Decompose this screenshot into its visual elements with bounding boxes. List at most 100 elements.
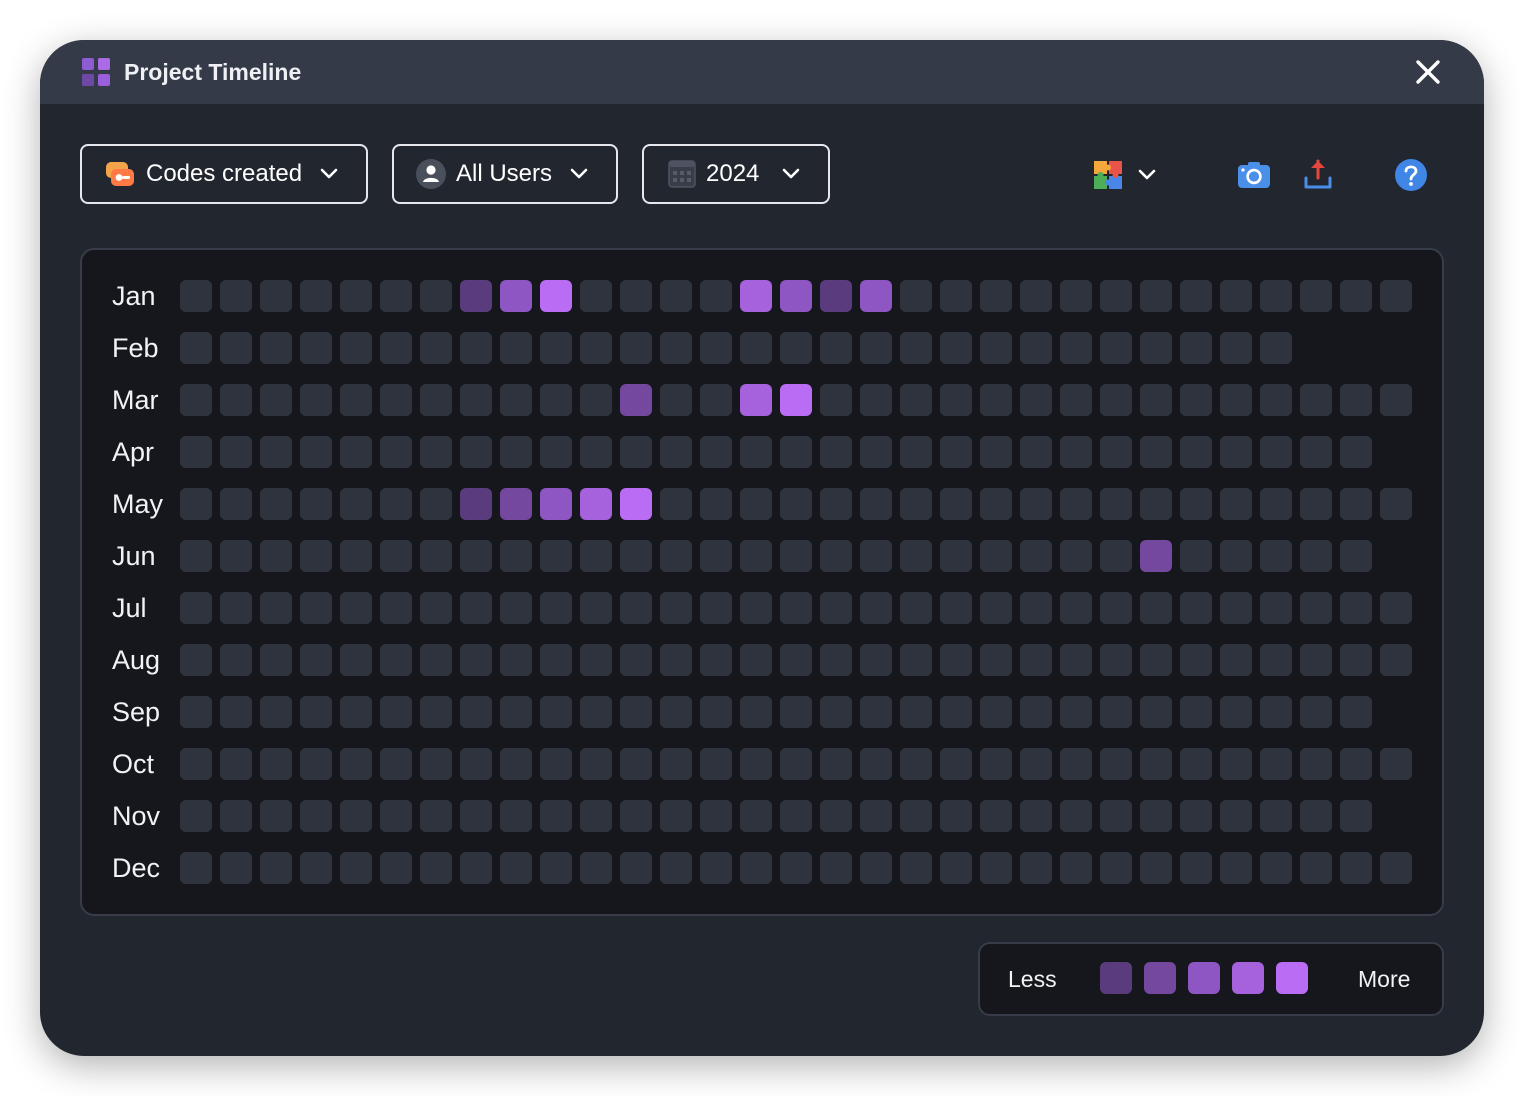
day-cell[interactable] [900,488,932,520]
day-cell[interactable] [900,332,932,364]
day-cell[interactable] [740,800,772,832]
day-cell[interactable] [1340,540,1372,572]
day-cell[interactable] [500,488,532,520]
day-cell[interactable] [980,436,1012,468]
day-cell[interactable] [340,332,372,364]
day-cell[interactable] [820,332,852,364]
day-cell[interactable] [1140,280,1172,312]
day-cell[interactable] [700,800,732,832]
day-cell[interactable] [300,748,332,780]
day-cell[interactable] [660,696,692,728]
day-cell[interactable] [620,592,652,624]
day-cell[interactable] [620,280,652,312]
day-cell[interactable] [1100,384,1132,416]
day-cell[interactable] [380,540,412,572]
day-cell[interactable] [500,436,532,468]
export-button[interactable] [1302,156,1334,192]
day-cell[interactable] [1300,488,1332,520]
day-cell[interactable] [740,280,772,312]
day-cell[interactable] [820,384,852,416]
day-cell[interactable] [300,280,332,312]
day-cell[interactable] [860,696,892,728]
day-cell[interactable] [860,748,892,780]
day-cell[interactable] [220,540,252,572]
day-cell[interactable] [740,696,772,728]
day-cell[interactable] [1380,384,1412,416]
day-cell[interactable] [580,696,612,728]
day-cell[interactable] [780,592,812,624]
day-cell[interactable] [1220,436,1252,468]
day-cell[interactable] [1020,800,1052,832]
day-cell[interactable] [820,644,852,676]
day-cell[interactable] [580,384,612,416]
day-cell[interactable] [820,852,852,884]
day-cell[interactable] [900,540,932,572]
day-cell[interactable] [1260,332,1292,364]
day-cell[interactable] [1260,280,1292,312]
day-cell[interactable] [1140,332,1172,364]
day-cell[interactable] [580,852,612,884]
day-cell[interactable] [1300,592,1332,624]
help-button[interactable] [1394,158,1428,192]
day-cell[interactable] [620,540,652,572]
day-cell[interactable] [1100,852,1132,884]
day-cell[interactable] [980,384,1012,416]
day-cell[interactable] [220,748,252,780]
day-cell[interactable] [1060,436,1092,468]
day-cell[interactable] [1340,748,1372,780]
day-cell[interactable] [420,644,452,676]
plugins-button[interactable] [1092,158,1172,192]
day-cell[interactable] [1020,592,1052,624]
day-cell[interactable] [1060,332,1092,364]
day-cell[interactable] [340,852,372,884]
day-cell[interactable] [340,644,372,676]
day-cell[interactable] [420,592,452,624]
day-cell[interactable] [340,592,372,624]
day-cell[interactable] [1260,696,1292,728]
day-cell[interactable] [500,384,532,416]
day-cell[interactable] [220,488,252,520]
day-cell[interactable] [1340,800,1372,832]
day-cell[interactable] [420,748,452,780]
day-cell[interactable] [340,436,372,468]
day-cell[interactable] [420,800,452,832]
day-cell[interactable] [1220,592,1252,624]
day-cell[interactable] [420,696,452,728]
day-cell[interactable] [780,800,812,832]
day-cell[interactable] [380,384,412,416]
day-cell[interactable] [260,540,292,572]
day-cell[interactable] [1300,800,1332,832]
day-cell[interactable] [1020,748,1052,780]
day-cell[interactable] [1180,852,1212,884]
day-cell[interactable] [900,748,932,780]
day-cell[interactable] [700,644,732,676]
day-cell[interactable] [660,748,692,780]
day-cell[interactable] [380,696,412,728]
day-cell[interactable] [620,696,652,728]
day-cell[interactable] [1220,644,1252,676]
day-cell[interactable] [180,852,212,884]
day-cell[interactable] [1140,800,1172,832]
day-cell[interactable] [540,540,572,572]
day-cell[interactable] [180,384,212,416]
day-cell[interactable] [580,488,612,520]
day-cell[interactable] [260,384,292,416]
day-cell[interactable] [980,332,1012,364]
day-cell[interactable] [980,852,1012,884]
day-cell[interactable] [1220,696,1252,728]
day-cell[interactable] [580,592,612,624]
day-cell[interactable] [740,488,772,520]
day-cell[interactable] [1140,748,1172,780]
day-cell[interactable] [340,800,372,832]
day-cell[interactable] [220,696,252,728]
day-cell[interactable] [580,540,612,572]
day-cell[interactable] [700,384,732,416]
day-cell[interactable] [180,800,212,832]
day-cell[interactable] [780,644,812,676]
day-cell[interactable] [1060,592,1092,624]
day-cell[interactable] [500,800,532,832]
day-cell[interactable] [940,384,972,416]
day-cell[interactable] [660,592,692,624]
day-cell[interactable] [420,852,452,884]
day-cell[interactable] [500,592,532,624]
